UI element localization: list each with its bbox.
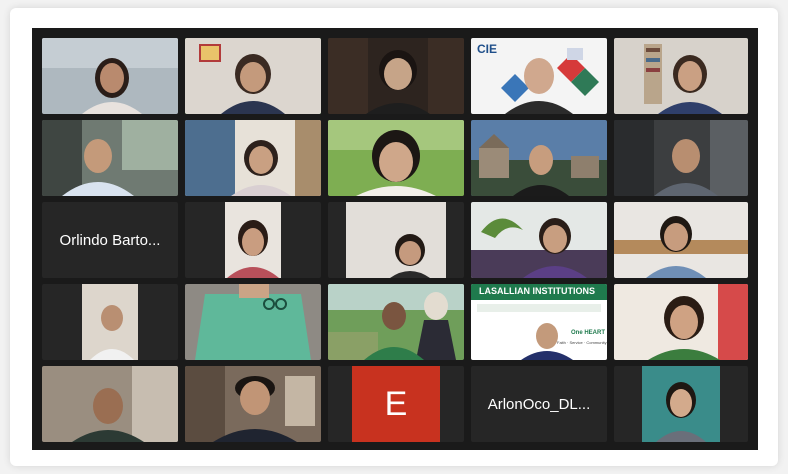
participant-figure — [328, 284, 464, 360]
participant-video-4[interactable]: CIE — [471, 38, 607, 114]
participant-video-8[interactable] — [328, 120, 464, 196]
one-heart-tagline: Faith · Service · Community — [557, 340, 607, 345]
participant-figure — [328, 38, 464, 114]
participant-figure — [185, 366, 321, 442]
participant-video-10[interactable] — [614, 120, 748, 196]
participant-video-11[interactable] — [185, 202, 321, 278]
participant-figure — [225, 202, 281, 278]
participant-video-17[interactable] — [328, 284, 464, 360]
participant-name: Orlindo Barto... — [59, 231, 161, 249]
participant-figure — [471, 120, 607, 196]
participant-video-12[interactable] — [328, 202, 464, 278]
participant-video-20[interactable] — [42, 366, 178, 442]
avatar: E — [352, 366, 440, 442]
participant-figure — [185, 120, 321, 196]
participant-figure — [185, 38, 321, 114]
participant-figure — [82, 284, 138, 360]
participant-video-18[interactable]: LASALLIAN INSTITUTIONS One HEART Faith ·… — [471, 284, 607, 360]
video-gallery: CIE Orlindo Barto... LASALLIAN INSTITUTI… — [32, 28, 758, 450]
participant-figure — [614, 120, 748, 196]
cie-logo: CIE — [477, 42, 498, 56]
participant-figure — [42, 38, 178, 114]
participant-name: ArlonOco_DL... — [487, 395, 591, 413]
participant-video-21[interactable] — [185, 366, 321, 442]
participant-video-7[interactable] — [185, 120, 321, 196]
participant-video-3[interactable] — [328, 38, 464, 114]
participant-video-13[interactable] — [471, 202, 607, 278]
participant-video-9[interactable] — [471, 120, 607, 196]
participant-video-14[interactable] — [614, 202, 748, 278]
participant-video-6[interactable] — [42, 120, 178, 196]
participant-figure — [471, 202, 607, 278]
participant-name-tile[interactable]: ArlonOco_DL... — [471, 366, 607, 442]
participant-video-22[interactable] — [614, 366, 748, 442]
participant-figure — [185, 284, 321, 360]
participant-figure — [346, 202, 446, 278]
lasallian-banner: LASALLIAN INSTITUTIONS — [479, 286, 595, 296]
participant-figure — [42, 120, 178, 196]
participant-video-2[interactable] — [185, 38, 321, 114]
participant-video-16[interactable] — [185, 284, 321, 360]
participant-name-tile[interactable]: Orlindo Barto... — [42, 202, 178, 278]
participant-figure — [328, 120, 464, 196]
participant-video-15[interactable] — [42, 284, 178, 360]
participant-avatar-tile[interactable]: E — [328, 366, 464, 442]
participant-figure — [614, 38, 748, 114]
participant-figure — [642, 366, 720, 442]
participant-video-5[interactable] — [614, 38, 748, 114]
participant-figure — [614, 284, 748, 360]
participant-figure — [42, 366, 178, 442]
participant-video-1[interactable] — [42, 38, 178, 114]
participant-video-19[interactable] — [614, 284, 748, 360]
one-heart-label: One HEART — [571, 330, 606, 336]
participant-figure — [614, 202, 748, 278]
